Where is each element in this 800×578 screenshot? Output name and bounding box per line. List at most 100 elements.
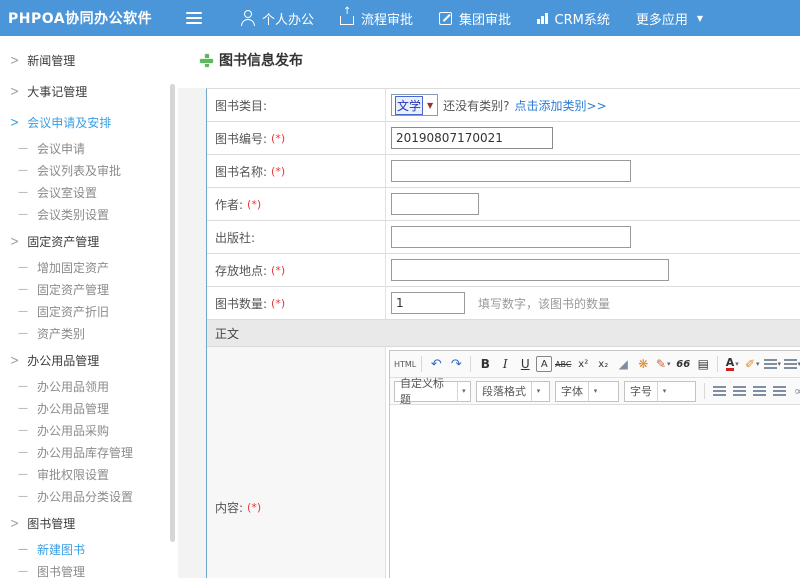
chevron-right-icon: > — [10, 115, 19, 131]
group-label: 大事记管理 — [27, 83, 87, 100]
location-input[interactable] — [391, 259, 669, 281]
sidebar-item-approval-permission[interactable]: — 审批权限设置 — [0, 463, 178, 485]
item-label: 会议申请 — [37, 140, 85, 157]
bar-chart-icon — [537, 13, 548, 24]
category-selected-value: 文学 — [396, 97, 422, 114]
sidebar-item-supplies-purchase[interactable]: — 办公用品采购 — [0, 419, 178, 441]
publisher-input[interactable] — [391, 226, 631, 248]
paragraph-format-select[interactable]: 段落格式▾ — [476, 381, 550, 402]
author-input[interactable] — [391, 193, 479, 215]
sidebar-item-supplies-manage[interactable]: — 办公用品管理 — [0, 397, 178, 419]
align-justify-icon — [773, 386, 786, 397]
field-label: 内容: — [215, 499, 243, 516]
quantity-input[interactable] — [391, 292, 465, 314]
rich-text-editor: HTML ↶ ↷ B I U A ABC x² x₂ ◢ — [389, 350, 800, 578]
sidebar-group-fixed-assets[interactable]: > 固定资产管理 — [0, 227, 178, 256]
nav-more-apps[interactable]: 更多应用 ▼ — [623, 0, 716, 36]
highlight-button[interactable]: ✐▾ — [743, 355, 761, 374]
align-center-icon — [733, 386, 746, 397]
format-clear-icon[interactable]: ❋ — [634, 355, 652, 374]
redo-icon[interactable]: ↷ — [447, 355, 465, 374]
format-painter-icon[interactable]: ✎▾ — [654, 355, 672, 374]
italic-button[interactable]: I — [496, 355, 514, 374]
sidebar-group-news[interactable]: > 新闻管理 — [0, 46, 178, 75]
strikethrough-button[interactable]: ABC — [554, 355, 572, 374]
dash-icon: — — [18, 381, 28, 392]
chevron-down-icon: ▾ — [657, 382, 671, 401]
sidebar-item-add-asset[interactable]: — 增加固定资产 — [0, 256, 178, 278]
sidebar-item-meeting-list[interactable]: — 会议列表及审批 — [0, 159, 178, 181]
dash-icon: — — [18, 328, 28, 339]
sidebar-group-meeting[interactable]: > 会议申请及安排 — [0, 108, 178, 137]
group-label: 会议申请及安排 — [27, 114, 111, 131]
sidebar-item-book-manage[interactable]: — 图书管理 — [0, 560, 178, 578]
font-family-select[interactable]: 字体▾ — [555, 381, 619, 402]
sidebar-group-books[interactable]: > 图书管理 — [0, 509, 178, 538]
category-select[interactable]: 文学 ▼ — [391, 94, 438, 116]
font-color-button[interactable]: A▾ — [723, 355, 741, 374]
hamburger-menu-icon[interactable] — [186, 12, 202, 24]
editor-cell: HTML ↶ ↷ B I U A ABC x² x₂ ◢ — [386, 347, 800, 578]
book-number-input[interactable] — [391, 127, 553, 149]
sidebar-item-meeting-apply[interactable]: — 会议申请 — [0, 137, 178, 159]
field-label: 图书类目: — [215, 97, 267, 114]
sidebar-item-asset-manage[interactable]: — 固定资产管理 — [0, 278, 178, 300]
font-border-button[interactable]: A — [536, 356, 552, 372]
superscript-button[interactable]: x² — [574, 355, 592, 374]
sidebar-item-asset-depreciation[interactable]: — 固定资产折旧 — [0, 300, 178, 322]
align-center-button[interactable] — [730, 382, 748, 401]
paste-text-icon[interactable]: ▤ — [694, 355, 712, 374]
align-left-button[interactable] — [710, 382, 728, 401]
book-name-input[interactable] — [391, 160, 631, 182]
editor-content-area[interactable] — [390, 405, 800, 578]
underline-button[interactable]: U — [516, 355, 534, 374]
align-right-button[interactable] — [750, 382, 768, 401]
item-label: 资产类别 — [37, 325, 85, 342]
list-icon — [784, 359, 797, 370]
nav-label: 个人办公 — [262, 9, 314, 28]
sidebar-item-asset-category[interactable]: — 资产类别 — [0, 322, 178, 344]
sidebar-item-supplies-inventory[interactable]: — 办公用品库存管理 — [0, 441, 178, 463]
sidebar-scrollbar[interactable] — [170, 84, 175, 542]
bold-button[interactable]: B — [476, 355, 494, 374]
field-label: 图书名称: — [215, 163, 267, 180]
chevron-right-icon: > — [10, 234, 19, 250]
insert-link-icon[interactable]: ∞ — [790, 382, 800, 401]
sidebar-item-supplies-claim[interactable]: — 办公用品领用 — [0, 375, 178, 397]
item-label: 会议列表及审批 — [37, 162, 121, 179]
nav-crm-system[interactable]: CRM系统 — [524, 0, 623, 36]
select-value: 段落格式 — [477, 382, 531, 401]
unordered-list-button[interactable]: ▾ — [783, 355, 800, 374]
sidebar-item-supplies-category[interactable]: — 办公用品分类设置 — [0, 485, 178, 507]
dash-icon: — — [18, 143, 28, 154]
sidebar-item-meeting-category[interactable]: — 会议类别设置 — [0, 203, 178, 225]
select-arrow-icon: ▼ — [427, 101, 433, 110]
dash-icon: — — [18, 187, 28, 198]
add-category-link[interactable]: 点击添加类别>> — [515, 97, 607, 114]
select-value: 字号 — [625, 382, 657, 401]
sidebar-item-meeting-room[interactable]: — 会议室设置 — [0, 181, 178, 203]
undo-icon[interactable]: ↶ — [427, 355, 445, 374]
sidebar-group-office-supplies[interactable]: > 办公用品管理 — [0, 346, 178, 375]
chevron-down-icon: ▾ — [735, 360, 739, 368]
field-label: 图书编号: — [215, 130, 267, 147]
font-size-select[interactable]: 字号▾ — [624, 381, 696, 402]
nav-group-approval[interactable]: 集团审批 — [426, 0, 524, 36]
painter-glyph: ✎ — [656, 357, 666, 371]
source-code-button[interactable]: HTML — [394, 355, 416, 374]
sidebar-group-memorabilia[interactable]: > 大事记管理 — [0, 77, 178, 106]
nav-personal-office[interactable]: 个人办公 — [228, 0, 327, 36]
nav-workflow-approval[interactable]: ↑ 流程审批 — [327, 0, 426, 36]
align-justify-button[interactable] — [770, 382, 788, 401]
chevron-down-icon: ▾ — [667, 360, 671, 368]
custom-title-select[interactable]: 自定义标题▾ — [394, 381, 471, 402]
editor-toolbar-row2: 自定义标题▾ 段落格式▾ 字体▾ 字号▾ ∞ ∞ — [390, 378, 800, 405]
chevron-right-icon: > — [10, 84, 19, 100]
subscript-button[interactable]: x₂ — [594, 355, 612, 374]
item-label: 图书管理 — [37, 563, 85, 578]
eraser-icon[interactable]: ◢ — [614, 355, 632, 374]
ordered-list-button[interactable]: ▾ — [763, 355, 781, 374]
blockquote-button[interactable]: 66 — [674, 355, 692, 374]
font-color-glyph: A — [726, 357, 735, 371]
sidebar-item-new-book[interactable]: — 新建图书 — [0, 538, 178, 560]
